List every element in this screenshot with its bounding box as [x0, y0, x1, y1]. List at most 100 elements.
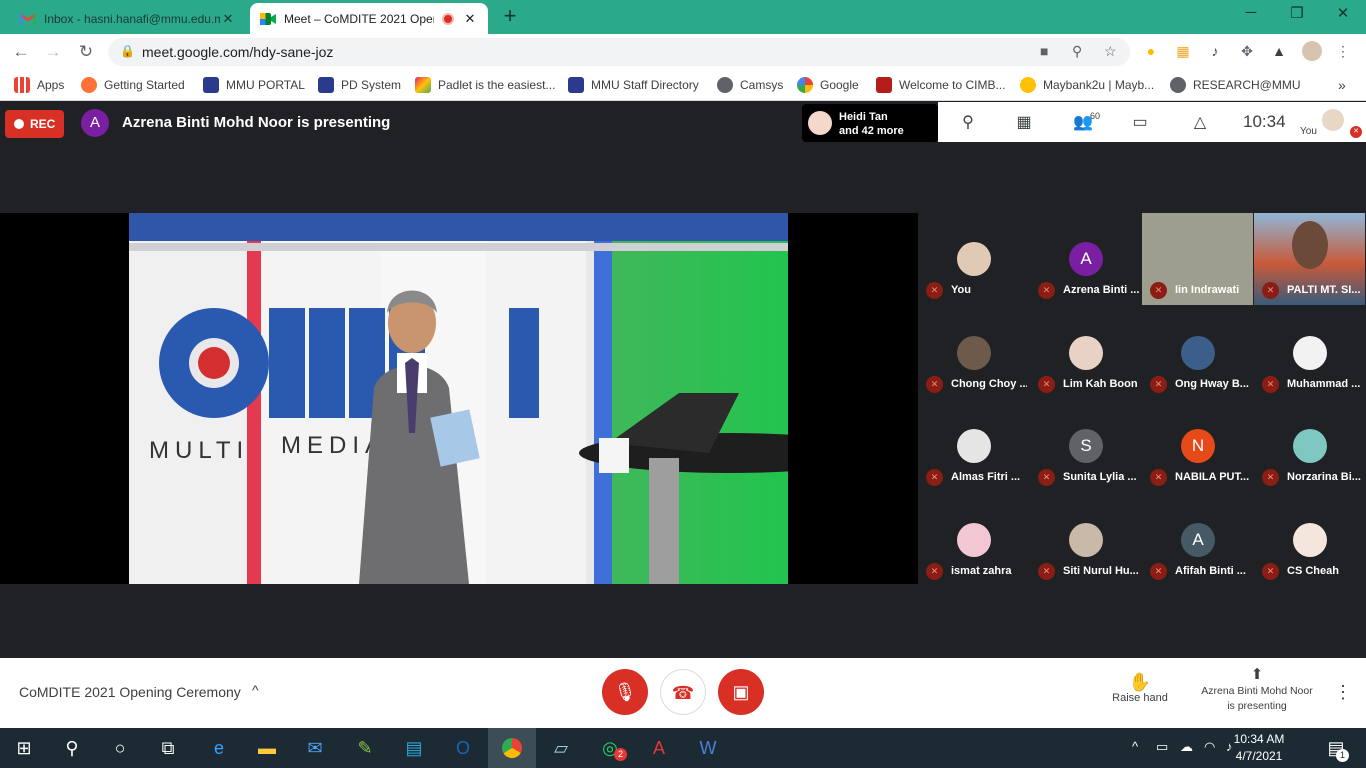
minimize-button[interactable]: ─ [1228, 4, 1274, 28]
restore-button[interactable]: ❐ [1274, 4, 1320, 28]
participant-tile[interactable]: ✕ Ong Hway B... [1142, 307, 1253, 399]
leave-call-button[interactable]: ☎ [660, 669, 706, 715]
outlook-icon[interactable]: O [439, 728, 487, 768]
mic-off-icon: ✕ [1038, 563, 1055, 580]
mail-icon[interactable]: ✉ [291, 728, 339, 768]
forward-button[interactable]: → [41, 40, 65, 64]
bookmark-maybank[interactable]: Maybank2u | Mayb... [1020, 76, 1154, 94]
close-tab-icon[interactable]: ✕ [220, 11, 236, 27]
participant-tile[interactable]: ✕ Lim Kah Boon [1030, 307, 1141, 399]
tab-meet[interactable]: Meet – CoMDITE 2021 Open ✕ [250, 3, 488, 34]
battery-icon[interactable]: ▭ [1156, 739, 1168, 755]
bookmark-star-icon[interactable]: ☆ [1104, 43, 1117, 60]
layout-grid-icon[interactable]: ▦ [1012, 112, 1036, 132]
participant-tile[interactable]: ✕ CS Cheah [1254, 494, 1365, 586]
cortana-icon[interactable]: ○ [96, 728, 144, 768]
mic-toggle-button[interactable]: 🎙 [602, 669, 648, 715]
back-button[interactable]: ← [9, 40, 33, 64]
taskbar-clock[interactable]: 10:34 AM 4/7/2021 [1224, 731, 1294, 765]
participant-video-tile[interactable]: ✕ PALTI MT. SI... [1254, 213, 1365, 305]
windows-start-icon[interactable]: ⊞ [0, 728, 48, 768]
apps-grid-icon [14, 77, 30, 93]
task-view-icon[interactable]: ⧉ [144, 728, 192, 768]
meet-control-bar: CoMDITE 2021 Opening Ceremony ^ 🎙 ☎ ▣ ✋ … [0, 658, 1366, 728]
extensions-puzzle-icon[interactable]: ✥ [1238, 42, 1256, 60]
padlet-icon [415, 77, 431, 93]
participant-tile[interactable]: ✕ ismat zahra [918, 494, 1029, 586]
participant-name: Muhammad ... [1287, 378, 1361, 390]
camera-toggle-button[interactable]: ▣ [718, 669, 764, 715]
bookmark-camsys[interactable]: Camsys [717, 76, 783, 94]
more-bookmarks-icon[interactable]: » [1338, 76, 1346, 94]
cloud-icon[interactable]: ☁ [1180, 739, 1193, 755]
reload-button[interactable]: ↻ [74, 40, 98, 64]
present-now-button[interactable]: ⬆ Azrena Binti Mohd Noor is presenting [1196, 666, 1318, 714]
self-avatar[interactable] [1322, 109, 1344, 131]
bookmark-google[interactable]: Google [797, 76, 859, 94]
search-icon[interactable]: ⚲ [48, 728, 96, 768]
presenter-video[interactable]: MULTI MEDIA [129, 213, 788, 584]
bookmark-padlet[interactable]: Padlet is the easiest... [415, 76, 555, 94]
chevron-up-icon[interactable]: ^ [1132, 739, 1138, 754]
lock-icon[interactable]: 🔒 [120, 44, 135, 58]
bookmark-mmu-staff-directory[interactable]: MMU Staff Directory [568, 76, 699, 94]
extension-grid-icon[interactable]: ▦ [1174, 42, 1192, 60]
bookmark-research-mmu[interactable]: RESEARCH@MMU [1170, 76, 1301, 94]
participant-tile[interactable]: A ✕ Azrena Binti ... [1030, 213, 1141, 305]
whatsapp-icon[interactable]: ◎ 2 [586, 728, 634, 768]
participant-tile[interactable]: ✕ Siti Nurul Hu... [1030, 494, 1141, 586]
wifi-icon[interactable]: ◠ [1204, 739, 1215, 755]
url-text: meet.google.com/hdy-sane-joz [142, 44, 334, 60]
bookmark-cimb[interactable]: Welcome to CIMB... [876, 76, 1005, 94]
participant-name: CS Cheah [1287, 565, 1339, 577]
participant-tile[interactable]: A ✕ Afifah Binti ... [1142, 494, 1253, 586]
participant-tile[interactable]: ✕ Almas Fitri ... [918, 400, 1029, 492]
network-app-icon[interactable]: ▤ [390, 728, 438, 768]
acrobat-icon[interactable]: A [635, 728, 683, 768]
participant-tile[interactable]: N ✕ NABILA PUT... [1142, 400, 1253, 492]
participant-tile[interactable]: ✕ You [918, 213, 1029, 305]
address-bar[interactable]: 🔒 meet.google.com/hdy-sane-joz ■ ⚲ ☆ [108, 38, 1130, 66]
word-icon[interactable]: W [684, 728, 732, 768]
browser-menu-icon[interactable]: ⋮ [1334, 42, 1352, 60]
camera-icon[interactable]: ■ [1040, 43, 1048, 59]
bookmark-pd-system[interactable]: PD System [318, 76, 401, 94]
edge-icon[interactable]: e [195, 728, 243, 768]
meeting-details-caret-icon[interactable]: ^ [252, 682, 259, 698]
participant-tile[interactable]: ✕ Norzarina Bi... [1254, 400, 1365, 492]
audio-icon[interactable]: ♪ [1206, 42, 1224, 60]
notification-center-icon[interactable]: ▤ 1 [1316, 728, 1356, 768]
paint-icon[interactable]: ✎ [341, 728, 389, 768]
tab-inbox[interactable]: Inbox - hasni.hanafi@mmu.edu.m ✕ [10, 3, 246, 34]
close-tab-icon[interactable]: ✕ [462, 11, 478, 27]
bookmark-getting-started[interactable]: Getting Started [81, 76, 185, 94]
participant-avatar [1293, 429, 1327, 463]
raise-hand-button[interactable]: ✋ Raise hand [1110, 672, 1170, 704]
participant-video-tile[interactable]: ✕ Iin Indrawati [1142, 213, 1253, 305]
chat-icon[interactable]: ▭ [1128, 112, 1152, 132]
chrome-icon[interactable] [488, 728, 536, 768]
participant-name: Chong Choy ... [951, 378, 1027, 390]
more-options-icon[interactable]: ⋮ [1334, 682, 1352, 703]
flask-icon[interactable]: ▲ [1270, 42, 1288, 60]
close-window-button[interactable]: ✕ [1320, 4, 1366, 28]
participant-tile[interactable]: S ✕ Sunita Lylia ... [1030, 400, 1141, 492]
zoom-icon[interactable]: ⚲ [1072, 43, 1082, 60]
new-tab-button[interactable]: + [498, 5, 522, 29]
notepad-icon[interactable]: ▱ [537, 728, 585, 768]
file-explorer-icon[interactable]: ▬ [243, 728, 291, 768]
participant-tile[interactable]: ✕ Muhammad ... [1254, 307, 1365, 399]
bookmarks-bar: Apps Getting Started MMU PORTAL PD Syste… [0, 70, 1366, 101]
participant-name: You [951, 284, 971, 296]
activities-icon[interactable]: △ [1188, 112, 1212, 132]
profile-avatar[interactable] [1302, 41, 1322, 61]
extension-bulb-icon[interactable]: ● [1142, 42, 1160, 60]
browser-tab-strip: Inbox - hasni.hanafi@mmu.edu.m ✕ Meet – … [0, 0, 1366, 34]
mic-off-icon: ✕ [1262, 282, 1279, 299]
bookmark-apps[interactable]: Apps [14, 76, 64, 94]
whatsapp-badge: 2 [614, 748, 627, 761]
recording-indicator-icon [442, 12, 454, 25]
pin-icon[interactable]: ⚲ [956, 112, 980, 132]
bookmark-mmu-portal[interactable]: MMU PORTAL [203, 76, 305, 94]
participant-tile[interactable]: ✕ Chong Choy ... [918, 307, 1029, 399]
